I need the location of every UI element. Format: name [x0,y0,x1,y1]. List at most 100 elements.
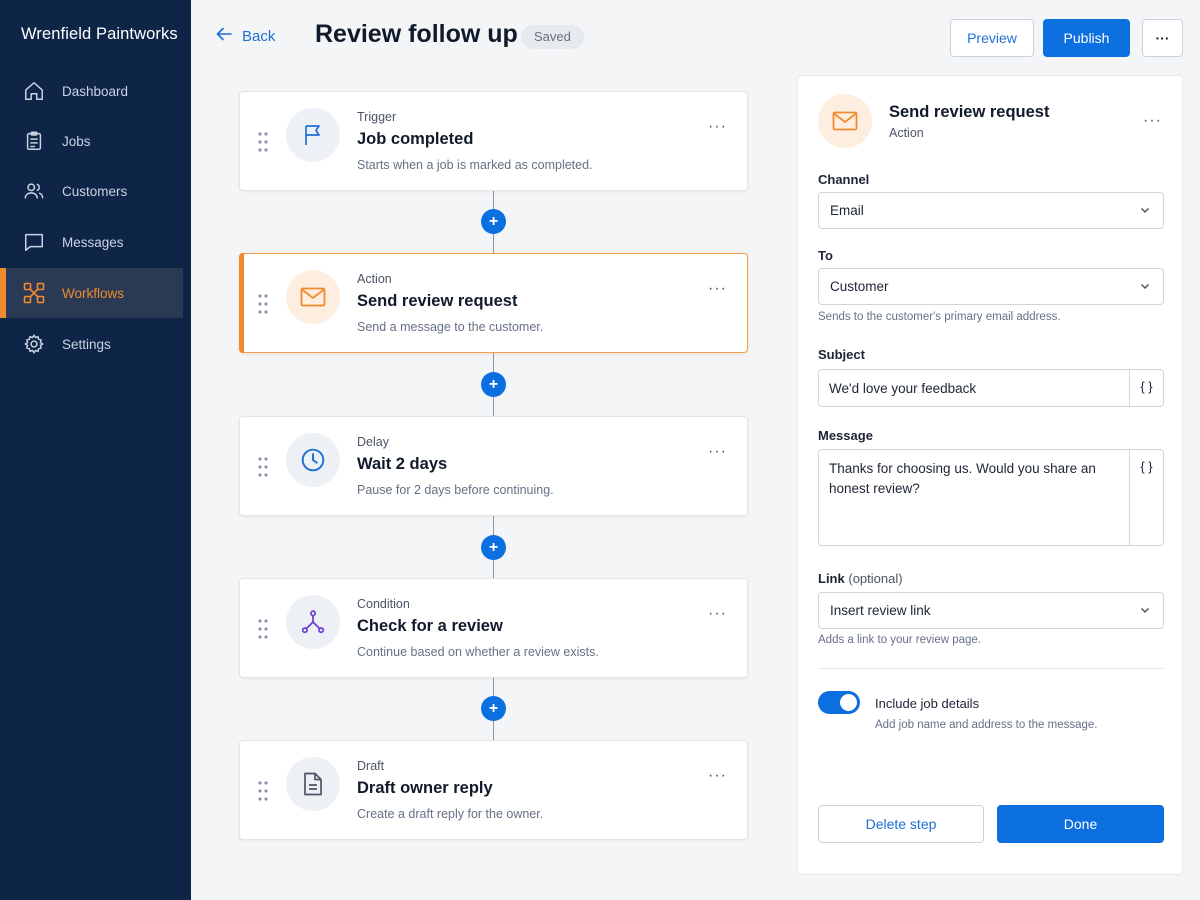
publish-button[interactable]: Publish [1043,19,1130,57]
include-job-details-toggle[interactable] [818,691,860,714]
step-title: Send review request [357,292,518,310]
drag-handle-icon[interactable] [258,132,268,152]
preview-button[interactable]: Preview [950,19,1034,57]
clock-icon [286,433,340,487]
gear-icon [22,332,46,356]
panel-title: Send review request [889,103,1050,121]
more-options-button[interactable]: ··· [1142,19,1183,57]
sidebar-item-workflows[interactable]: Workflows [0,268,183,318]
done-button[interactable]: Done [997,805,1164,843]
mail-icon [286,270,340,324]
channel-select[interactable]: Email [818,192,1164,229]
branch-icon [286,595,340,649]
workflow-icon [22,281,46,305]
message-value: Thanks for choosing us. Would you share … [829,461,1096,496]
chevron-down-icon [1139,604,1151,616]
panel-menu-button[interactable]: ··· [1143,112,1162,130]
sidebar-item-label: Dashboard [62,83,129,99]
sidebar-item-jobs[interactable]: Jobs [0,116,183,166]
step-card-action[interactable]: Action Send review request Send a messag… [239,253,748,353]
delete-step-button[interactable]: Delete step [818,805,984,843]
step-menu-button[interactable]: ··· [708,767,727,785]
sidebar: Wrenfield Paintworks Dashboard Jobs Cust… [0,0,191,900]
to-select[interactable]: Customer [818,268,1164,305]
step-menu-button[interactable]: ··· [708,118,727,136]
step-type: Trigger [357,110,397,124]
insert-variable-button[interactable]: { } [1129,370,1163,406]
drag-handle-icon[interactable] [258,294,268,314]
sidebar-item-messages[interactable]: Messages [0,217,183,267]
brand-name: Wrenfield Paintworks [21,25,178,43]
subject-value: We'd love your feedback [829,381,977,396]
users-icon [22,179,46,203]
sidebar-item-label: Messages [62,234,124,250]
step-card-delay[interactable]: Delay Wait 2 days Pause for 2 days befor… [239,416,748,516]
drag-handle-icon[interactable] [258,619,268,639]
sidebar-item-settings[interactable]: Settings [0,319,183,369]
to-label: To [818,248,833,263]
drag-handle-icon[interactable] [258,457,268,477]
optional-tag: (optional) [848,571,903,586]
sidebar-item-dashboard[interactable]: Dashboard [0,66,183,116]
message-textarea[interactable]: Thanks for choosing us. Would you share … [818,449,1164,546]
insert-variable-button[interactable]: { } [1129,450,1163,545]
document-icon [286,757,340,811]
chevron-down-icon [1139,204,1151,216]
step-details-panel: Send review request Action ··· Channel E… [797,75,1183,875]
subject-label: Subject [818,347,865,362]
sidebar-item-label: Customers [62,183,128,199]
link-label: Link (optional) [818,571,903,586]
step-description: Continue based on whether a review exist… [357,645,599,659]
sidebar-item-label: Jobs [62,133,91,149]
step-title: Job completed [357,130,474,148]
step-title: Draft owner reply [357,779,493,797]
arrow-left-icon [216,27,232,45]
panel-subtitle: Action [889,126,924,140]
step-description: Starts when a job is marked as completed… [357,158,593,172]
add-step-button[interactable]: + [481,696,506,721]
sidebar-item-label: Settings [62,336,111,352]
home-icon [22,79,46,103]
sidebar-item-customers[interactable]: Customers [0,166,183,216]
divider [818,668,1164,669]
step-description: Create a draft reply for the owner. [357,807,544,821]
to-help-text: Sends to the customer's primary email ad… [818,311,1061,323]
back-label: Back [242,27,276,45]
step-menu-button[interactable]: ··· [708,280,727,298]
toggle-knob [840,694,857,711]
step-description: Send a message to the customer. [357,320,544,334]
step-title: Check for a review [357,617,503,635]
step-menu-button[interactable]: ··· [708,443,727,461]
chat-icon [22,230,46,254]
chevron-down-icon [1139,280,1151,292]
step-type: Action [357,272,392,286]
page-title: Review follow up [315,20,518,48]
toggle-help-text: Add job name and address to the message. [875,719,1098,731]
step-card-trigger[interactable]: Trigger Job completed Starts when a job … [239,91,748,191]
step-description: Pause for 2 days before continuing. [357,483,554,497]
drag-handle-icon[interactable] [258,781,268,801]
clipboard-icon [22,129,46,153]
add-step-button[interactable]: + [481,535,506,560]
mail-icon [818,94,872,148]
step-type: Draft [357,759,385,773]
toggle-label: Include job details [875,696,980,711]
add-step-button[interactable]: + [481,209,506,234]
link-value: Insert review link [830,603,931,618]
status-badge: Saved [521,25,584,49]
message-label: Message [818,428,873,443]
channel-value: Email [830,203,864,218]
link-help-text: Adds a link to your review page. [818,634,982,646]
back-link[interactable]: Back [216,27,275,45]
step-type: Condition [357,597,410,611]
step-menu-button[interactable]: ··· [708,605,727,623]
step-type: Delay [357,435,389,449]
step-card-condition[interactable]: Condition Check for a review Continue ba… [239,578,748,678]
step-title: Wait 2 days [357,455,448,473]
link-select[interactable]: Insert review link [818,592,1164,629]
step-card-draft[interactable]: Draft Draft owner reply Create a draft r… [239,740,748,840]
add-step-button[interactable]: + [481,372,506,397]
subject-input[interactable]: We'd love your feedback { } [818,369,1164,407]
to-value: Customer [830,279,889,294]
sidebar-item-label: Workflows [62,285,125,301]
